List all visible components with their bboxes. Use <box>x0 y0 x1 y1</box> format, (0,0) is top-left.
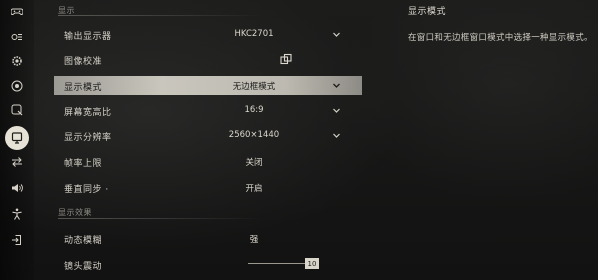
setting-label: 帧率上限 <box>64 159 103 169</box>
setting-row-image-calibration[interactable]: 图像校准 <box>54 50 362 69</box>
setting-label: 输出显示器 <box>64 32 112 42</box>
setting-row-motion-blur[interactable]: 动态模糊 强 <box>54 229 362 248</box>
setting-row-aspect-ratio[interactable]: 屏幕宽高比 16:9 <box>54 101 362 120</box>
setting-label: 显示分辨率 <box>64 133 112 143</box>
exit-icon[interactable] <box>9 232 25 248</box>
magnifier-icon[interactable] <box>9 102 25 118</box>
camera-shake-slider-value[interactable]: 10 <box>305 258 319 269</box>
speaker-icon[interactable] <box>9 180 25 196</box>
description-text: 在窗口和无边框窗口模式中选择一种显示模式。 <box>408 33 593 43</box>
setting-label: 镜头震动 <box>64 262 103 272</box>
setting-row-display-mode[interactable]: 显示模式 无边框模式 <box>54 76 362 95</box>
chevron-down-icon[interactable] <box>332 30 341 39</box>
setting-row-framerate-cap[interactable]: 帧率上限 关闭 <box>54 152 362 171</box>
gamepad-icon[interactable] <box>9 3 25 19</box>
display-icon[interactable] <box>5 126 29 150</box>
chevron-down-icon[interactable] <box>332 131 341 140</box>
setting-value: 开启 <box>245 184 263 194</box>
swap-arrows-icon[interactable] <box>9 154 25 170</box>
setting-row-output-monitor[interactable]: 输出显示器 HKC2701 <box>54 25 362 44</box>
controller-settings-icon[interactable] <box>9 29 25 45</box>
setting-label: 屏幕宽高比 <box>64 108 112 118</box>
setting-label: 图像校准 <box>64 57 103 67</box>
sidebar <box>0 0 34 280</box>
eye-icon[interactable] <box>9 78 25 94</box>
gear-icon[interactable] <box>9 53 25 69</box>
setting-value: HKC2701 <box>234 29 274 39</box>
setting-label: 动态模糊 <box>64 236 103 246</box>
setting-value: 16:9 <box>244 105 264 115</box>
setting-value: 关闭 <box>245 158 263 168</box>
setting-label: 垂直同步 · <box>64 185 109 195</box>
section-divider <box>58 218 264 219</box>
chevron-down-icon[interactable] <box>332 81 341 90</box>
accessibility-icon[interactable] <box>9 206 25 222</box>
setting-row-resolution[interactable]: 显示分辨率 2560×1440 <box>54 126 362 145</box>
section-title-effects: 显示效果 <box>58 208 92 217</box>
setting-value: 无边框模式 <box>232 82 276 92</box>
section-divider <box>58 15 264 16</box>
copy-icon[interactable] <box>280 53 292 65</box>
setting-value: 强 <box>249 235 259 245</box>
setting-value: 2560×1440 <box>228 130 280 140</box>
description-title: 显示模式 <box>408 7 447 17</box>
chevron-down-icon[interactable] <box>332 106 341 115</box>
setting-label: 显示模式 <box>64 83 103 93</box>
setting-row-vsync[interactable]: 垂直同步 · 开启 <box>54 178 362 197</box>
camera-shake-slider-track[interactable] <box>248 263 310 264</box>
